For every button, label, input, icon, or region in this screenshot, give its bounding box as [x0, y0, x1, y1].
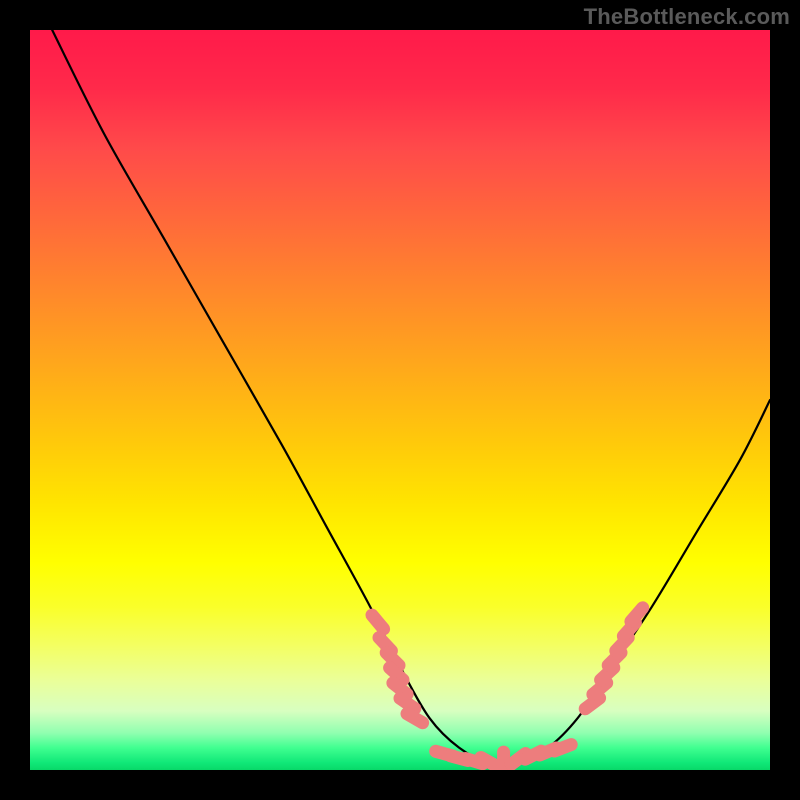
scatter-point [407, 714, 423, 723]
chart-plot-area [30, 30, 770, 770]
scatter-point [372, 615, 384, 629]
scatter-point [400, 698, 415, 708]
scatter-point [631, 608, 643, 622]
watermark-text: TheBottleneck.com [584, 4, 790, 30]
scatter-point [554, 745, 571, 751]
bottleneck-curve-line [52, 30, 770, 764]
chart-svg-layer [30, 30, 770, 770]
scatter-point [481, 758, 497, 767]
